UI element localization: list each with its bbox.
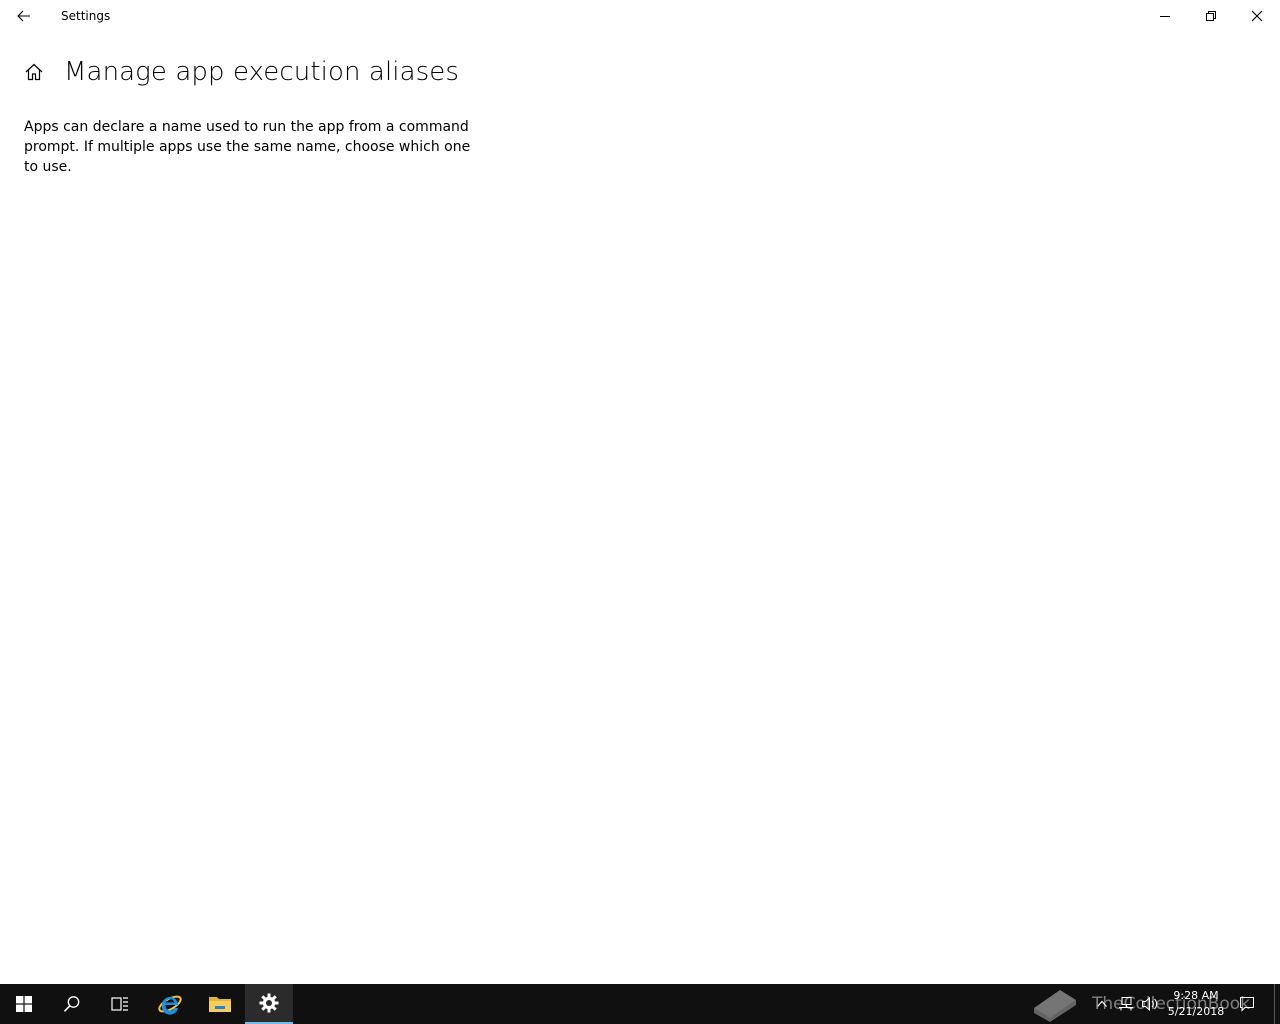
search-button[interactable] [48,984,96,1024]
taskbar [0,984,1280,1024]
internet-explorer-icon [158,995,182,1015]
start-button[interactable] [0,984,48,1024]
network-icon [1119,997,1133,1011]
page-header: Manage app execution aliases [20,52,459,92]
file-explorer-icon [209,997,231,1012]
file-explorer-taskbar-button[interactable] [196,984,244,1024]
notification-icon [1240,997,1254,1012]
home-button[interactable] [20,58,48,86]
chevron-up-icon [1097,1000,1107,1007]
internet-explorer-taskbar-button[interactable] [146,984,194,1024]
volume-button[interactable] [1138,984,1162,1024]
clock-date: 5/21/2018 [1167,1005,1225,1018]
windows-logo-icon [16,996,32,1012]
restore-button[interactable] [1188,0,1234,32]
back-arrow-icon [17,10,30,22]
taskbar-clock[interactable]: 9:28 AM 5/21/2018 [1162,984,1230,1024]
close-icon [1251,10,1263,22]
show-hidden-icons-button[interactable] [1090,984,1114,1024]
search-icon [63,996,80,1012]
settings-icon [259,993,279,1013]
minimize-button[interactable] [1142,0,1188,32]
task-view-button[interactable] [96,984,144,1024]
clock-time: 9:28 AM [1173,989,1219,1002]
restore-icon [1206,11,1216,21]
volume-icon [1142,996,1158,1012]
settings-window: Settings Manage app execution aliases Ap… [0,0,1280,984]
minimize-icon [1160,16,1170,17]
action-center-button[interactable] [1234,984,1260,1024]
page-title: Manage app execution aliases [64,57,460,87]
network-button[interactable] [1114,984,1138,1024]
back-button[interactable] [0,0,48,32]
close-button[interactable] [1234,0,1280,32]
app-title: Settings [61,9,111,23]
task-view-icon [111,997,128,1011]
home-icon [25,63,43,81]
show-desktop-button[interactable] [1274,984,1280,1024]
page-description: Apps can declare a name used to run the … [24,119,471,175]
settings-taskbar-button[interactable] [245,984,293,1024]
title-bar: Settings [0,0,1280,32]
